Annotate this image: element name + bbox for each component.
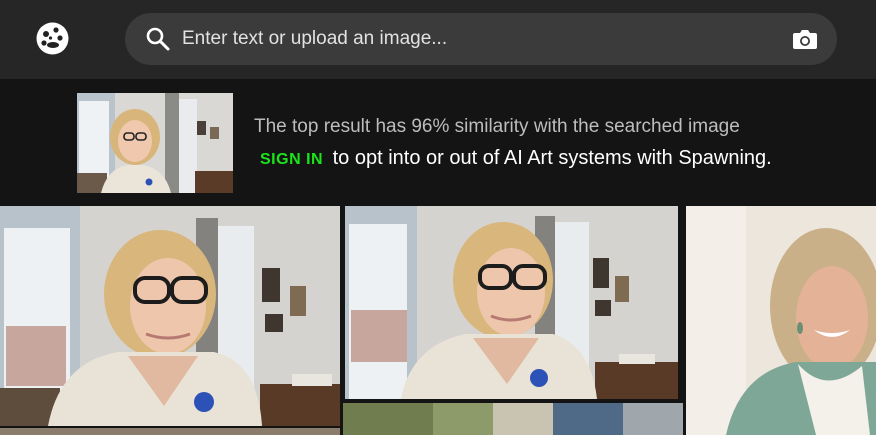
- search-input[interactable]: [182, 21, 762, 57]
- result-image-3[interactable]: [686, 206, 876, 435]
- opt-in-message: SIGN IN to opt into or out of AI Art sys…: [260, 147, 772, 170]
- opt-in-text: to opt into or out of AI Art systems wit…: [332, 147, 772, 169]
- search-bar: [125, 13, 837, 65]
- logo-icon[interactable]: [35, 21, 70, 56]
- top-bar: [0, 0, 876, 79]
- result-banner: The top result has 96% similarity with t…: [0, 79, 876, 206]
- result-image-5[interactable]: [343, 403, 683, 435]
- sign-in-link[interactable]: SIGN IN: [260, 151, 323, 168]
- result-image-2[interactable]: [345, 206, 678, 399]
- result-image-4[interactable]: [0, 428, 340, 435]
- camera-icon[interactable]: [792, 27, 818, 51]
- similarity-text: The top result has 96% similarity with t…: [254, 116, 740, 137]
- result-image-1[interactable]: [0, 206, 340, 426]
- searched-image-thumbnail: [77, 93, 233, 193]
- search-icon[interactable]: [145, 26, 171, 52]
